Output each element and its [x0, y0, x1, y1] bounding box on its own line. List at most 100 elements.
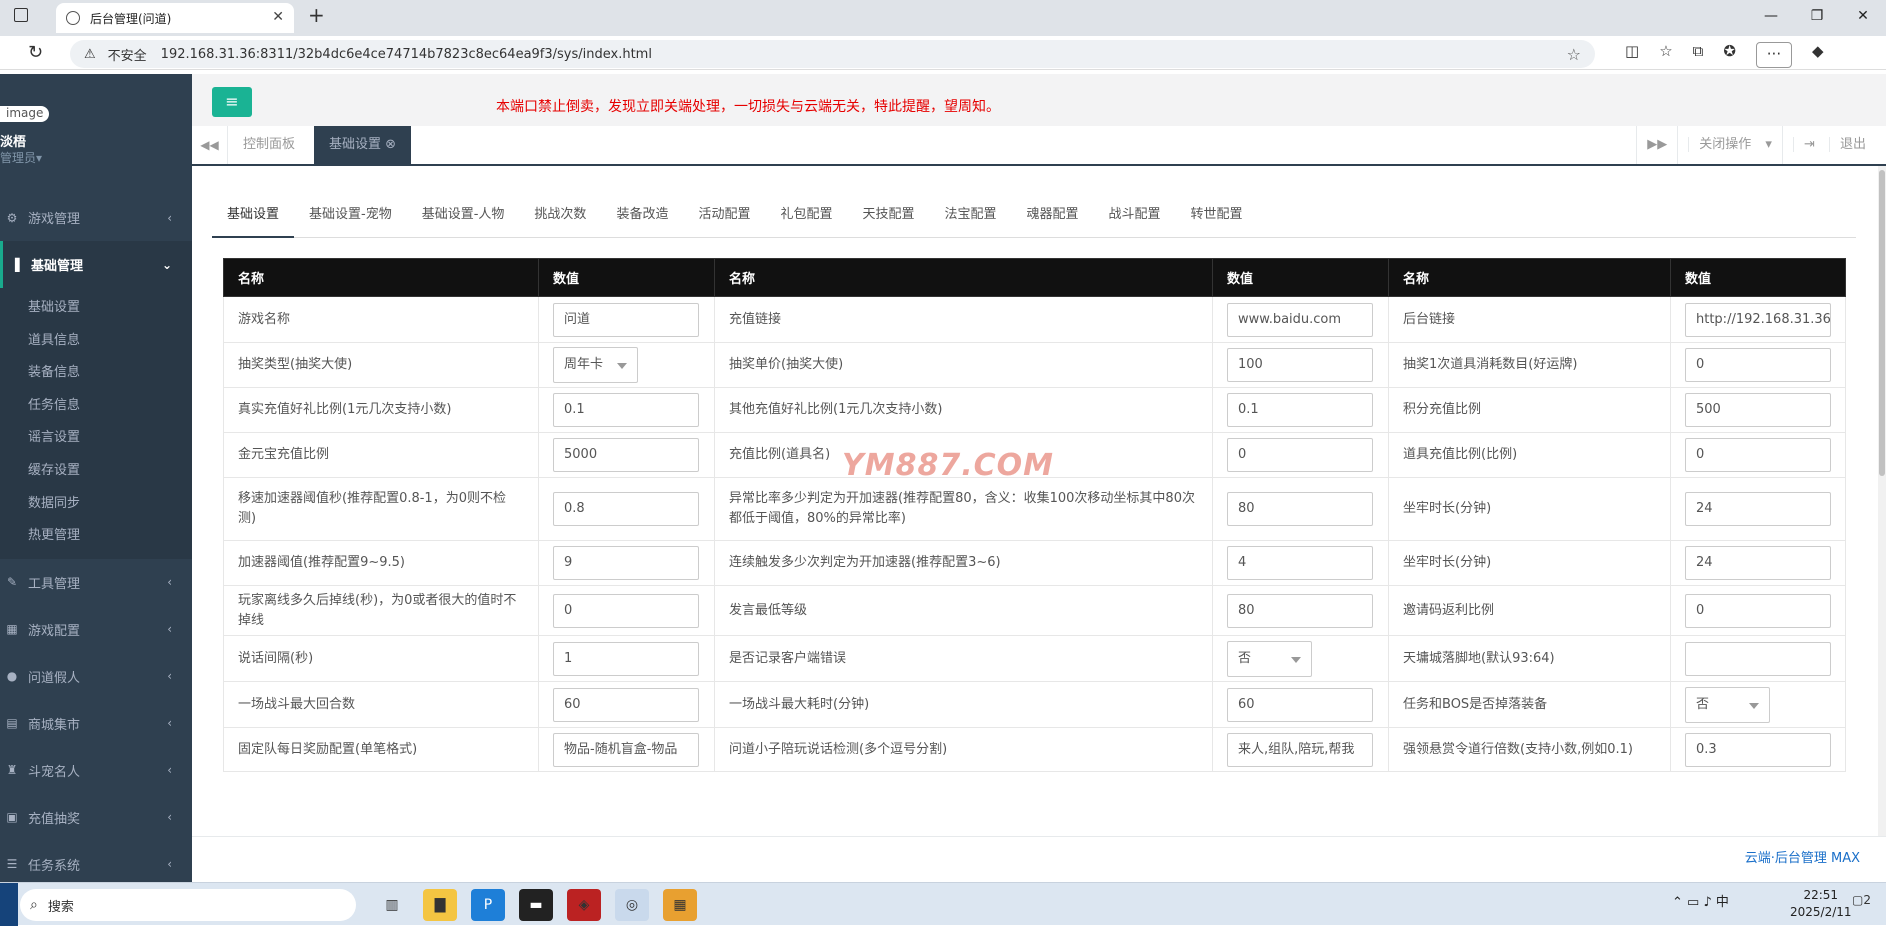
subtab-11[interactable]: 转世配置 [1176, 206, 1258, 238]
ime-indicator[interactable]: 中 [1716, 895, 1729, 910]
p-app-icon[interactable]: P [471, 889, 505, 921]
close-ops-dropdown[interactable]: 关闭操作 ▾ [1677, 126, 1782, 164]
setting-input[interactable]: 物品-随机盲盒-物品 [553, 732, 699, 767]
setting-input[interactable]: 9 [553, 546, 699, 580]
setting-input[interactable]: 0.1 [553, 393, 699, 427]
submenu-item[interactable]: 热更管理 [0, 520, 192, 553]
avatar[interactable]: image [0, 106, 50, 122]
sidebar-item-recharge-lottery[interactable]: ▣ 充值抽奖 ‹ [0, 794, 192, 841]
submenu-item[interactable]: 数据同步 [0, 488, 192, 521]
submenu-item[interactable]: 道具信息 [0, 325, 192, 358]
subtab-3[interactable]: 挑战次数 [519, 206, 601, 238]
close-tab-icon[interactable]: ⊗ [385, 137, 396, 152]
sidebar-item-game-config[interactable]: ▦ 游戏配置 ‹ [0, 606, 192, 653]
submenu-item[interactable]: 谣言设置 [0, 422, 192, 455]
setting-input[interactable]: www.baidu.com [1227, 302, 1373, 337]
favorite-star-icon[interactable]: ☆ [1567, 45, 1581, 64]
subtab-4[interactable]: 装备改造 [601, 206, 683, 238]
subtab-7[interactable]: 天技配置 [847, 206, 929, 238]
setting-input[interactable]: 24 [1685, 546, 1831, 580]
footer-brand[interactable]: 云端·后台管理 MAX [1745, 847, 1860, 866]
refresh-icon[interactable]: ↻ [28, 42, 43, 63]
scroll-left-icon[interactable]: ◀◀ [192, 126, 228, 164]
setting-input[interactable]: 500 [1685, 393, 1831, 427]
sidebar-item-mall[interactable]: ▤ 商城集市 ‹ [0, 700, 192, 747]
user-name[interactable]: 淡梧 [0, 131, 26, 150]
subtab-0[interactable]: 基础设置 [212, 206, 295, 238]
setting-input[interactable]: 0.3 [1685, 732, 1831, 767]
setting-input[interactable]: 0.8 [553, 492, 699, 526]
setting-input[interactable]: 60 [553, 687, 699, 722]
setting-input[interactable]: 0 [553, 593, 699, 628]
content-scrollbar[interactable] [1878, 166, 1886, 836]
sidebar-item-game-management[interactable]: ⚙ 游戏管理 ‹ [0, 194, 192, 241]
taskbar-search[interactable]: ⌕ 搜索 [20, 889, 356, 921]
submenu-item[interactable]: 装备信息 [0, 357, 192, 390]
subtab-9[interactable]: 魂器配置 [1012, 206, 1094, 238]
setting-input[interactable]: 24 [1685, 492, 1831, 526]
start-button[interactable] [0, 883, 18, 926]
setting-input[interactable]: 来人,组队,陪玩,帮我 [1227, 732, 1373, 767]
tab-basic-settings[interactable]: 基础设置 ⊗ [314, 126, 412, 164]
subtab-6[interactable]: 礼包配置 [765, 206, 847, 238]
setting-input[interactable]: 1 [553, 641, 699, 676]
network-icon[interactable]: ▭ [1687, 895, 1699, 910]
logout-button[interactable]: ⇥ 退出 [1781, 126, 1886, 164]
setting-input[interactable]: 0 [1227, 438, 1373, 472]
setting-input[interactable]: http://192.168.31.36 [1685, 302, 1831, 337]
sidebar-item-basic-management[interactable]: ▐ 基础管理 ⌄ [0, 241, 192, 288]
new-tab-button[interactable]: + [308, 3, 325, 27]
setting-input[interactable]: 100 [1227, 348, 1373, 382]
restore-button[interactable]: ❐ [1794, 0, 1840, 32]
scrollbar-thumb[interactable] [1879, 170, 1885, 476]
setting-select[interactable]: 否 [1685, 686, 1770, 723]
close-tab-icon[interactable]: ✕ [272, 9, 284, 25]
setting-input[interactable]: 4 [1227, 546, 1373, 580]
setting-select[interactable]: 周年卡 [553, 347, 638, 383]
chevron-up-icon[interactable]: ⌃ [1672, 895, 1683, 910]
notification-badge[interactable]: ▢2 [1852, 893, 1871, 907]
setting-input[interactable]: 5000 [553, 438, 699, 472]
edge-browser-icon[interactable]: ◎ [615, 889, 649, 921]
subtab-8[interactable]: 法宝配置 [930, 206, 1012, 238]
sidebar-item-pet-hall[interactable]: ♜ 斗宠名人 ‹ [0, 747, 192, 794]
favorites-icon[interactable]: ☆ [1659, 42, 1672, 68]
more-menu-icon[interactable]: ··· [1755, 42, 1792, 68]
subtab-10[interactable]: 战斗配置 [1094, 206, 1176, 238]
close-window-button[interactable]: ✕ [1840, 0, 1886, 32]
file-explorer-icon[interactable]: ▇ [423, 889, 457, 921]
archive-app-icon[interactable]: ▦ [663, 889, 697, 921]
volume-icon[interactable]: ♪ [1703, 895, 1711, 910]
clock[interactable]: 22:51 2025/2/11 [1790, 887, 1852, 921]
setting-input[interactable]: 问道 [553, 302, 699, 337]
tab-actions-icon[interactable] [14, 8, 28, 22]
setting-input[interactable]: 80 [1227, 593, 1373, 628]
sidebar-item-tools[interactable]: ✎ 工具管理 ‹ [0, 559, 192, 606]
collections-icon[interactable]: ⧉ [1693, 42, 1704, 68]
terminal-icon[interactable]: ▬ [519, 889, 553, 921]
setting-input[interactable]: 80 [1227, 492, 1373, 526]
user-role-dropdown[interactable]: 管理员▾ [0, 149, 42, 166]
scroll-right-icon[interactable]: ▶▶ [1636, 126, 1677, 164]
menu-toggle-button[interactable]: ≡ [212, 87, 252, 117]
split-screen-icon[interactable]: ◫ [1625, 42, 1639, 68]
setting-input[interactable] [1685, 641, 1831, 676]
setting-select[interactable]: 否 [1227, 640, 1312, 677]
subtab-5[interactable]: 活动配置 [683, 206, 765, 238]
sidebar-item-tasks[interactable]: ☰ 任务系统 ‹ [0, 841, 192, 888]
address-bar[interactable]: ⚠ 不安全 192.168.31.36:8311/32b4dc6e4ce7471… [70, 40, 1595, 68]
task-view-icon[interactable]: ▥ [375, 889, 409, 921]
subtab-2[interactable]: 基础设置-人物 [407, 206, 520, 238]
copilot-icon[interactable]: ◆ [1812, 42, 1824, 68]
setting-input[interactable]: 0 [1685, 438, 1831, 472]
subtab-1[interactable]: 基础设置-宠物 [294, 206, 407, 238]
browser-tab[interactable]: 后台管理(问道) ✕ [56, 3, 294, 33]
setting-input[interactable]: 0 [1685, 348, 1831, 382]
tab-dashboard[interactable]: 控制面板 [228, 126, 310, 164]
submenu-item[interactable]: 任务信息 [0, 390, 192, 423]
submenu-item[interactable]: 基础设置 [0, 292, 192, 325]
setting-input[interactable]: 0.1 [1227, 393, 1373, 427]
game-app-icon[interactable]: ◈ [567, 889, 601, 921]
extensions-icon[interactable]: ✪ [1723, 42, 1736, 68]
submenu-item[interactable]: 缓存设置 [0, 455, 192, 488]
